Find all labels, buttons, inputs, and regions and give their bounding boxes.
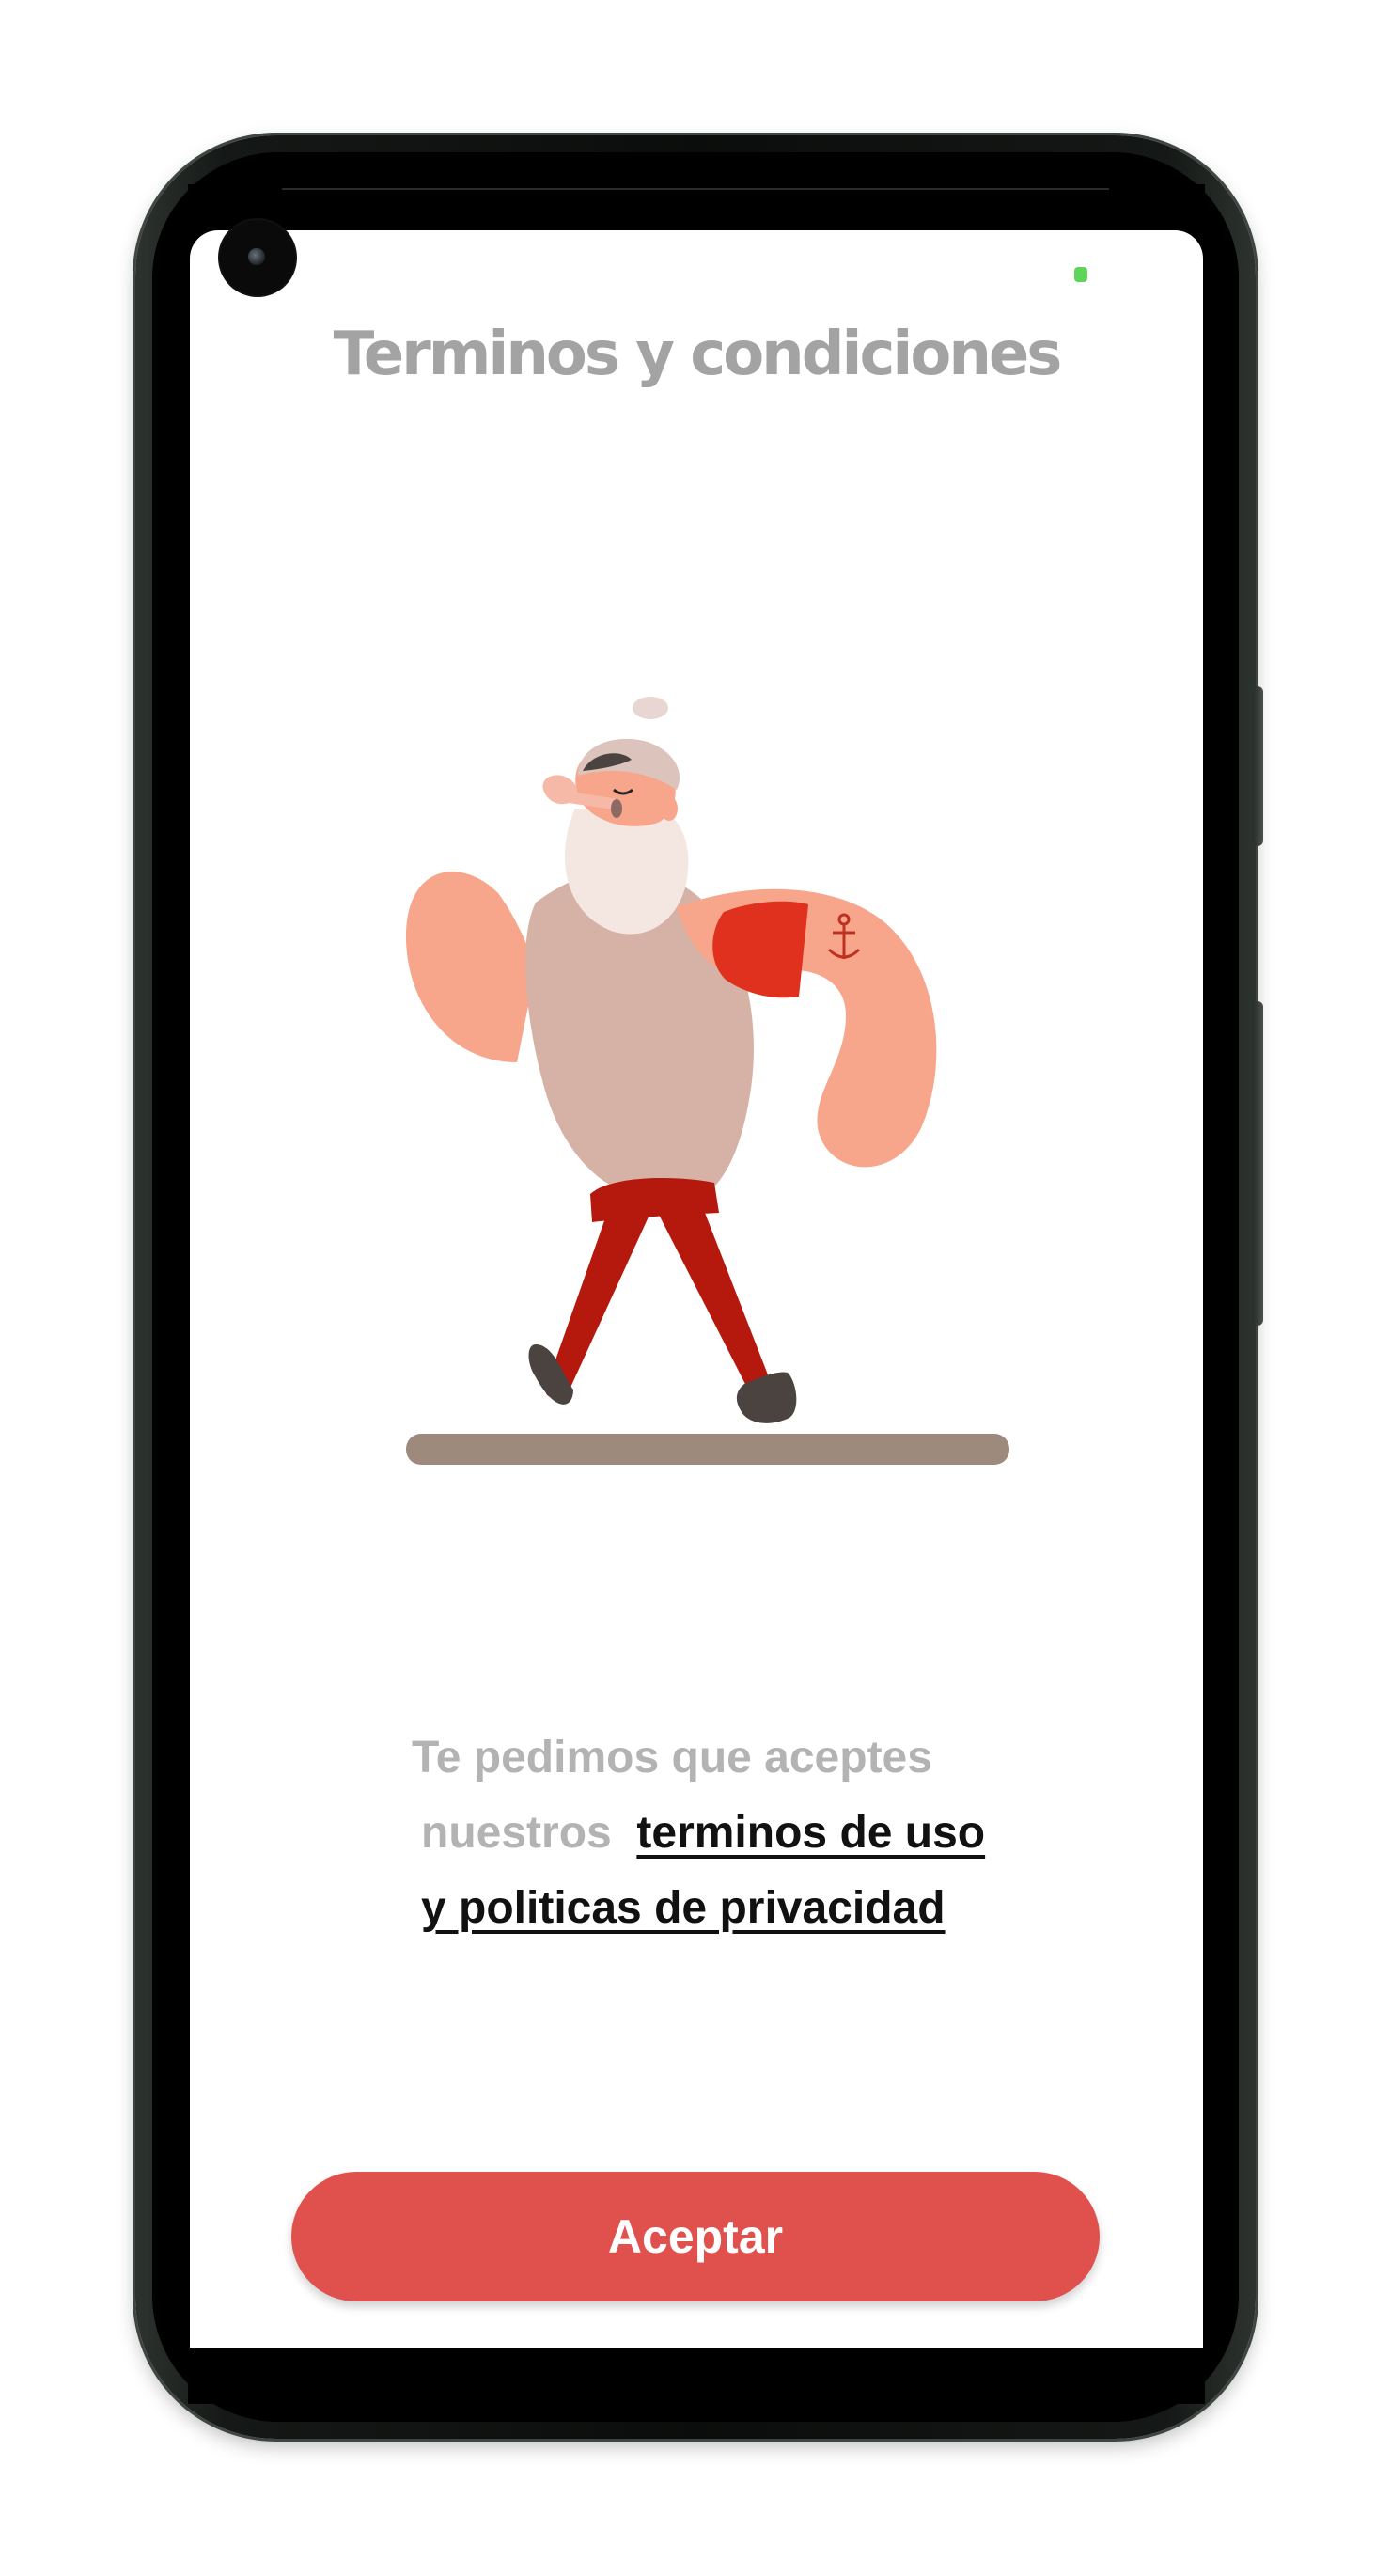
message-prefix: nuestros xyxy=(421,1808,612,1858)
bottom-bezel xyxy=(188,2348,1205,2404)
privacy-link[interactable]: y politicas de privacidad xyxy=(421,1883,946,1933)
pipe-stem xyxy=(563,792,618,809)
message-line-1: Te pedimos que aceptes xyxy=(412,1733,932,1783)
volume-button xyxy=(1254,1001,1263,1326)
top-bezel xyxy=(188,184,1205,231)
earpiece-speaker xyxy=(282,188,1109,190)
terms-message: Te pedimos que aceptes nuestros terminos… xyxy=(412,1720,1070,1946)
sailor-illustration xyxy=(405,697,1009,1465)
ground xyxy=(406,1434,1009,1465)
smoke-puff xyxy=(633,697,668,719)
right-leg xyxy=(658,1213,772,1398)
accept-button[interactable]: Aceptar xyxy=(291,2172,1100,2301)
message-line-2: nuestros terminos de uso xyxy=(412,1796,1070,1871)
mouth xyxy=(611,799,622,818)
terms-link[interactable]: terminos de uso xyxy=(636,1808,985,1858)
stage: Terminos y condiciones Te pedimos que ac… xyxy=(0,0,1391,2576)
message-line-3: y politicas de privacidad xyxy=(412,1871,1070,1946)
ear xyxy=(661,796,678,821)
power-button xyxy=(1254,686,1263,846)
page-title: Terminos y condiciones xyxy=(333,320,1063,389)
left-arm xyxy=(405,872,536,1062)
front-camera-icon xyxy=(220,220,295,295)
camera-indicator-dot xyxy=(1074,267,1087,282)
